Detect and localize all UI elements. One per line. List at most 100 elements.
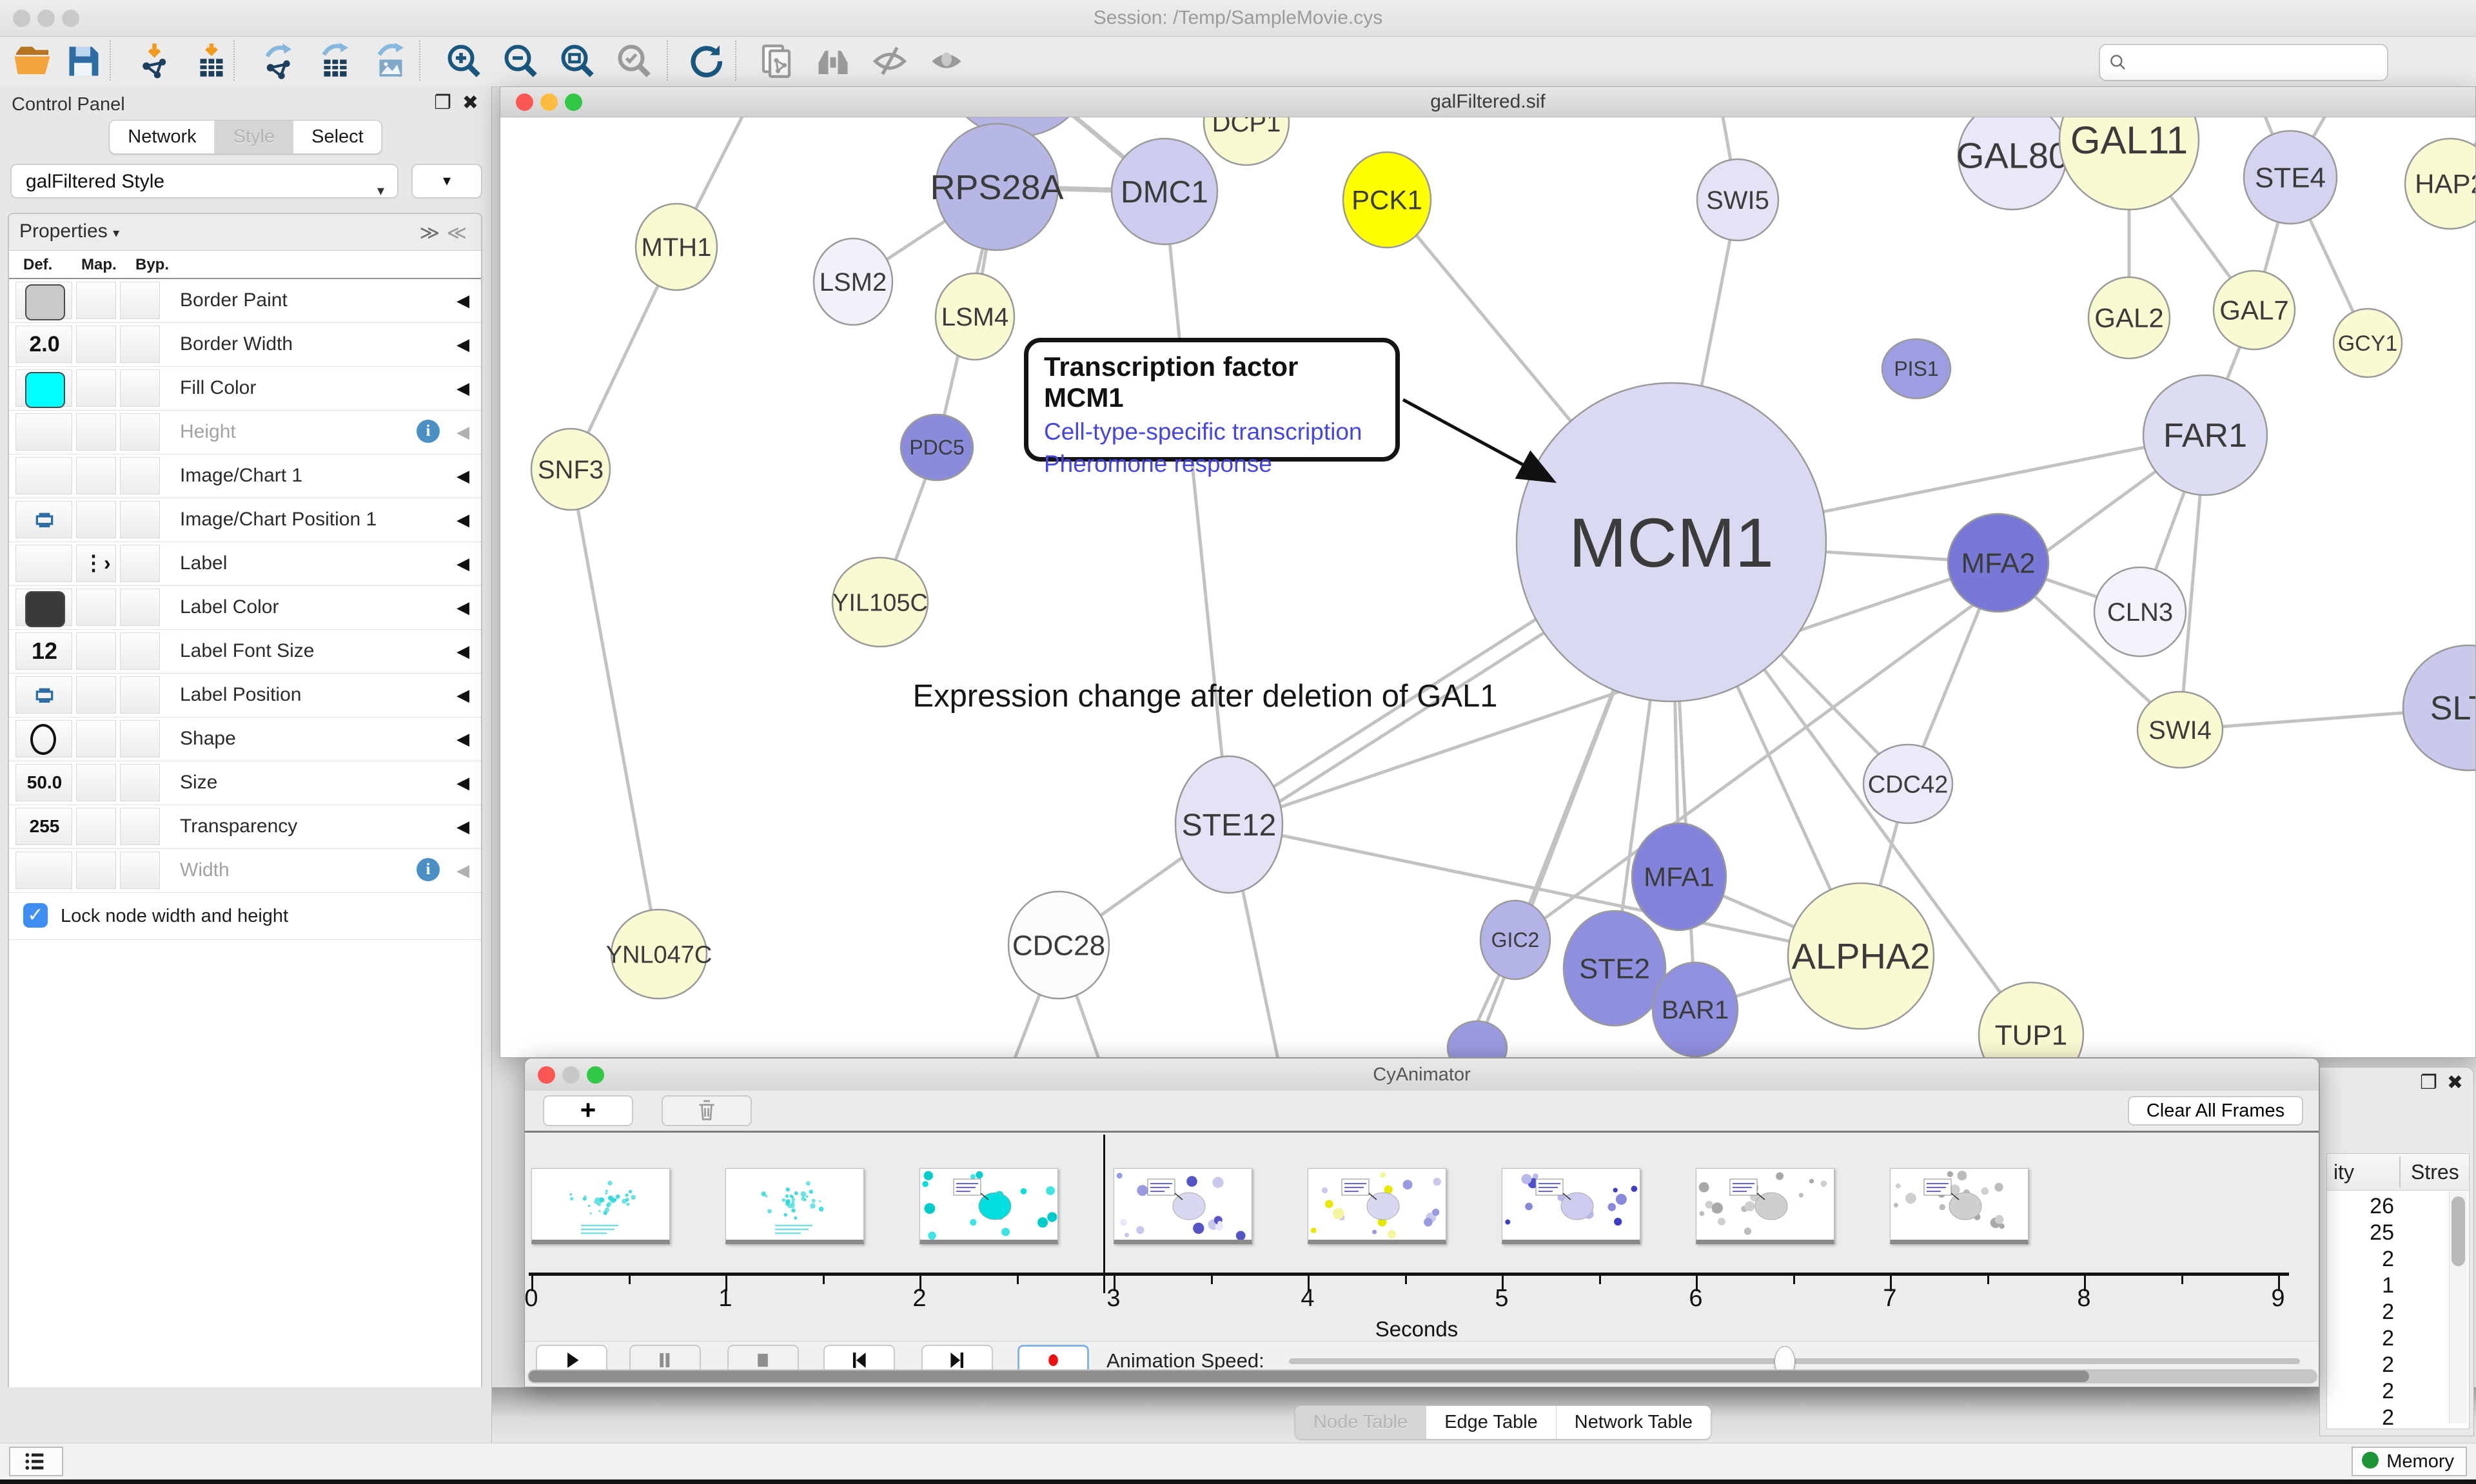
default-value-cell[interactable]: [15, 282, 72, 319]
close-table-panel-icon[interactable]: ✖: [2447, 1071, 2463, 1094]
find-icon[interactable]: [814, 42, 852, 81]
frame-thumbnail-2[interactable]: [919, 1168, 1058, 1244]
refresh-view-icon[interactable]: [686, 42, 725, 81]
table-column-header[interactable]: Stres: [2411, 1160, 2459, 1184]
mapping-cell[interactable]: [76, 632, 116, 670]
show-panels-button[interactable]: [9, 1447, 63, 1476]
frame-thumbnail-6[interactable]: [1696, 1168, 1834, 1244]
mapping-cell[interactable]: [76, 764, 116, 801]
memory-button[interactable]: Memory: [2352, 1447, 2467, 1476]
network-canvas[interactable]: RPS28BDCP1RPS28ADMC1PCK1SWI5GAL80GAL11ST…: [500, 117, 2475, 1057]
expand-property-icon[interactable]: ◀: [457, 817, 469, 837]
default-value-cell[interactable]: [15, 413, 72, 451]
bypass-cell[interactable]: [120, 589, 160, 626]
save-session-icon[interactable]: [64, 42, 103, 81]
mapping-cell[interactable]: [76, 282, 116, 319]
bypass-cell[interactable]: [120, 852, 160, 889]
default-value-cell[interactable]: [15, 369, 72, 407]
frame-thumbnail-1[interactable]: [725, 1168, 864, 1244]
mapping-cell[interactable]: [76, 589, 116, 626]
expand-property-icon[interactable]: ◀: [457, 335, 469, 355]
mapping-cell[interactable]: [76, 808, 116, 845]
network-edge[interactable]: [571, 469, 659, 954]
table-cell-value[interactable]: 2: [2327, 1247, 2394, 1272]
table-cell-value[interactable]: 2: [2327, 1326, 2394, 1351]
expand-property-icon[interactable]: ◀: [457, 510, 469, 530]
hide-details-icon[interactable]: [870, 42, 909, 81]
table-cell-value[interactable]: 2: [2327, 1405, 2394, 1429]
property-row[interactable]: 12Label Font Size◀: [9, 630, 481, 674]
bypass-cell[interactable]: [120, 764, 160, 801]
table-cell-value[interactable]: 1: [2327, 1273, 2394, 1298]
timeline-scrollbar[interactable]: [527, 1369, 2317, 1383]
table-column-header[interactable]: ity: [2334, 1160, 2354, 1184]
float-panel-icon[interactable]: ❐: [434, 92, 451, 114]
default-value-cell[interactable]: [15, 589, 72, 626]
bypass-cell[interactable]: [120, 369, 160, 407]
frame-thumbnail-0[interactable]: [531, 1168, 670, 1244]
export-network-icon[interactable]: [259, 42, 298, 81]
default-value-cell[interactable]: 50.0: [15, 764, 72, 801]
property-row[interactable]: Shape◀: [9, 718, 481, 761]
property-row[interactable]: 255Transparency◀: [9, 805, 481, 849]
delete-frame-button[interactable]: [662, 1095, 752, 1126]
expand-property-icon[interactable]: ◀: [457, 291, 469, 311]
table-cell-value[interactable]: 26: [2327, 1194, 2394, 1219]
frame-thumbnail-4[interactable]: [1308, 1168, 1446, 1244]
table-cell-value[interactable]: 25: [2327, 1220, 2394, 1245]
annotation-link[interactable]: Pheromone response: [1044, 451, 1380, 478]
mapping-cell[interactable]: [76, 720, 116, 757]
expand-property-icon[interactable]: ◀: [457, 378, 469, 398]
default-value-cell[interactable]: [15, 545, 72, 582]
network-graph[interactable]: RPS28BDCP1RPS28ADMC1PCK1SWI5GAL80GAL11ST…: [500, 117, 2475, 1057]
property-row[interactable]: Image/Chart 1◀: [9, 454, 481, 498]
collapse-all-icon[interactable]: ≪: [447, 222, 467, 244]
bypass-cell[interactable]: [120, 282, 160, 319]
expand-property-icon[interactable]: ◀: [457, 861, 469, 881]
table-cell-value[interactable]: 2: [2327, 1300, 2394, 1325]
add-frame-button[interactable]: +: [543, 1095, 633, 1126]
search-input[interactable]: [2099, 44, 2388, 81]
frame-thumbnail-3[interactable]: [1114, 1168, 1252, 1244]
property-row[interactable]: 2.0Border Width◀: [9, 323, 481, 367]
default-value-cell[interactable]: [15, 720, 72, 757]
property-row[interactable]: Label Color◀: [9, 586, 481, 630]
expand-property-icon[interactable]: ◀: [457, 729, 469, 749]
zoom-out-icon[interactable]: [502, 42, 540, 81]
mapping-cell[interactable]: [76, 413, 116, 451]
import-table-icon[interactable]: [192, 42, 231, 81]
mapping-cell[interactable]: ⋮›: [76, 545, 116, 582]
property-row[interactable]: Widthi◀: [9, 849, 481, 893]
zoom-selected-icon[interactable]: [615, 42, 654, 81]
expand-all-icon[interactable]: ≫: [420, 222, 440, 244]
open-session-icon[interactable]: [13, 42, 52, 81]
network-overview-icon[interactable]: [757, 42, 796, 81]
mapping-cell[interactable]: [76, 457, 116, 494]
frame-thumbnail-7[interactable]: [1890, 1168, 2029, 1244]
style-selector[interactable]: galFiltered Style ▾: [10, 164, 398, 199]
expand-property-icon[interactable]: ◀: [457, 641, 469, 661]
float-table-panel-icon[interactable]: ❐: [2420, 1071, 2437, 1094]
import-network-icon[interactable]: [137, 42, 175, 81]
bypass-cell[interactable]: [120, 545, 160, 582]
mapping-cell[interactable]: [76, 852, 116, 889]
expand-property-icon[interactable]: ◀: [457, 598, 469, 618]
property-row[interactable]: ⋮›Label◀: [9, 542, 481, 586]
property-row[interactable]: Heighti◀: [9, 411, 481, 454]
default-value-cell[interactable]: [15, 852, 72, 889]
mapping-cell[interactable]: [76, 676, 116, 714]
tab-select[interactable]: Select: [293, 121, 382, 153]
tab-network[interactable]: Network: [110, 121, 214, 153]
expand-property-icon[interactable]: ◀: [457, 554, 469, 574]
export-image-icon[interactable]: [371, 42, 410, 81]
lock-checkbox[interactable]: ✓: [23, 903, 48, 928]
property-row[interactable]: Border Paint◀: [9, 279, 481, 323]
expand-property-icon[interactable]: ◀: [457, 466, 469, 486]
tab-node-table[interactable]: Node Table: [1295, 1406, 1426, 1439]
bypass-cell[interactable]: [120, 632, 160, 670]
property-row[interactable]: Image/Chart Position 1◀: [9, 498, 481, 542]
close-panel-icon[interactable]: ✖: [462, 92, 478, 114]
info-icon[interactable]: i: [417, 420, 440, 443]
expand-property-icon[interactable]: ◀: [457, 685, 469, 705]
default-value-cell[interactable]: [15, 676, 72, 714]
